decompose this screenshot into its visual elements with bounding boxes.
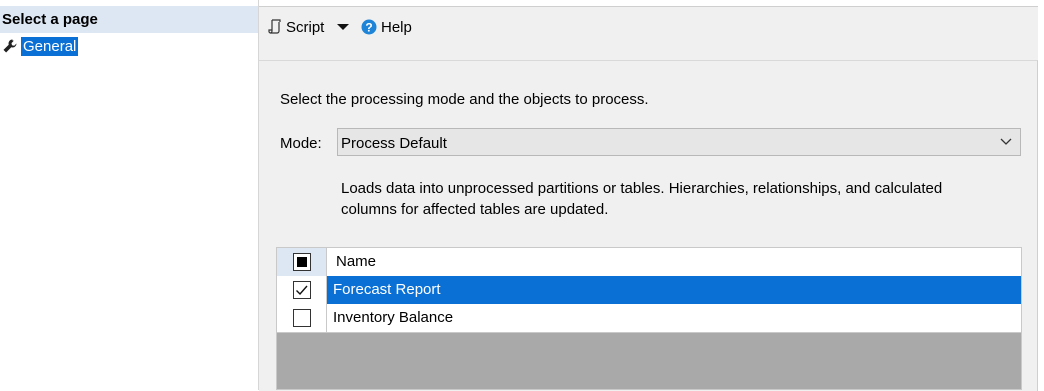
table-row[interactable]: Inventory Balance: [277, 304, 1021, 333]
instruction-text: Select the processing mode and the objec…: [280, 91, 649, 108]
help-button[interactable]: ? Help: [361, 17, 412, 37]
mode-value: Process Default: [341, 135, 447, 152]
row-checkbox[interactable]: [293, 309, 311, 327]
name-column-header[interactable]: Name: [328, 248, 376, 276]
nav-item-general[interactable]: General: [2, 36, 79, 56]
row-checkbox[interactable]: [293, 281, 311, 299]
checkmark-icon: [296, 285, 308, 296]
row-checkbox-cell: [277, 304, 327, 332]
toolbar: Script ? Help: [259, 7, 1044, 59]
svg-text:?: ?: [365, 21, 372, 35]
script-label: Script: [286, 18, 325, 36]
page-selector-pane: Select a page General: [0, 0, 259, 390]
chevron-down-icon: [1000, 138, 1012, 145]
row-checkbox-cell: [277, 276, 327, 304]
mode-description: Loads data into unprocessed partitions o…: [341, 180, 943, 218]
help-icon: ?: [361, 19, 377, 35]
script-icon: [268, 19, 281, 34]
grid-header-row: Name: [277, 248, 1021, 277]
top-divider: [259, 0, 1044, 7]
wrench-icon: [3, 39, 17, 53]
window-edge: [1038, 0, 1044, 390]
indeterminate-mark: [297, 257, 307, 267]
mode-label: Mode:: [280, 135, 322, 152]
row-name: Inventory Balance: [333, 309, 454, 326]
row-name: Forecast Report: [333, 281, 441, 298]
nav-item-label: General: [21, 36, 79, 56]
select-all-cell: [277, 248, 327, 276]
mode-dropdown[interactable]: Process Default: [337, 128, 1021, 156]
page-selector-title: Select a page: [2, 11, 98, 28]
script-button[interactable]: Script: [268, 17, 350, 37]
page-selector-header: Select a page: [0, 6, 258, 33]
dropdown-arrow-icon[interactable]: [337, 23, 350, 31]
objects-grid: Name Forecast Report Inventory Balance: [276, 247, 1022, 390]
help-label: Help: [381, 18, 412, 36]
table-row[interactable]: Forecast Report: [277, 276, 1021, 304]
select-all-checkbox[interactable]: [293, 253, 311, 271]
